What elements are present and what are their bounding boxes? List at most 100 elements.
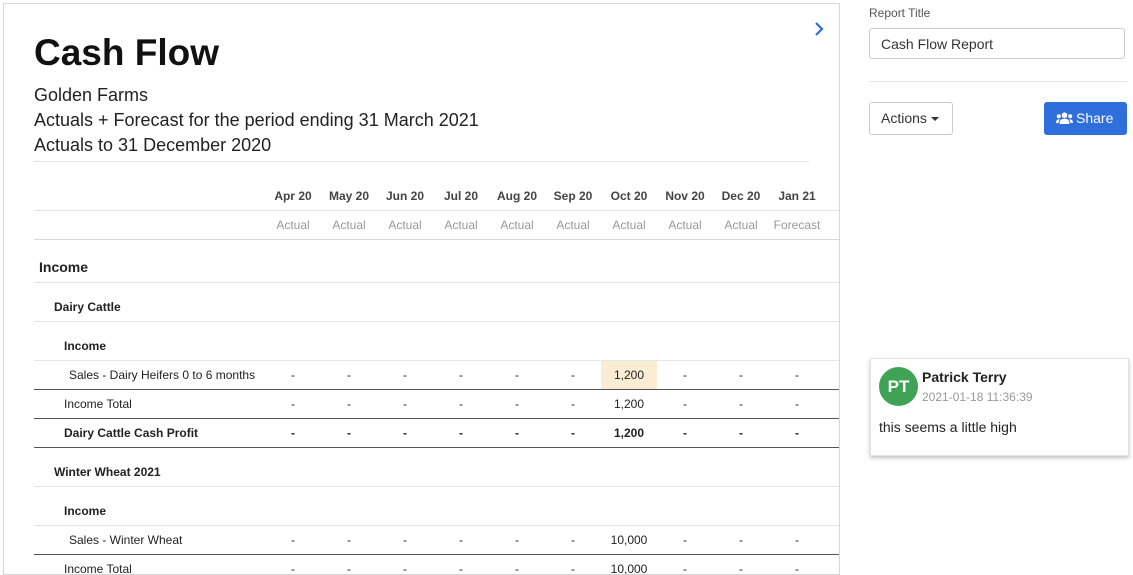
table-cell: - [739, 562, 743, 575]
table-row: Income [34, 240, 839, 283]
table-cell: - [515, 533, 519, 547]
table-row: Income Total - - - - - - 10,000 - - - [34, 555, 839, 575]
table-cell: - [291, 368, 295, 382]
table-cell: - [459, 533, 463, 547]
month-header: F [825, 182, 839, 210]
row-label: Income Total [64, 562, 132, 575]
table-cell: - [683, 426, 687, 440]
month-header: Dec 20 [721, 189, 761, 203]
table-row: Income Total - - - - - - 1,200 - - - [34, 390, 839, 419]
column-type: Actual [724, 218, 758, 232]
table-cell: 1,200 [613, 397, 645, 411]
divider [869, 81, 1127, 82]
actions-label: Actions [881, 110, 927, 126]
table-cell: - [683, 562, 687, 575]
actions-button[interactable]: Actions [869, 102, 953, 135]
company-name: Golden Farms [34, 85, 149, 105]
share-button[interactable]: Share [1044, 102, 1127, 135]
row-label: Sales - Winter Wheat [69, 533, 183, 547]
table-cell: 1,200 [601, 361, 657, 389]
table-row: Dairy Cattle [34, 283, 839, 322]
table-cell: - [739, 426, 743, 440]
table-cell: - [739, 368, 743, 382]
column-type: Actual [668, 218, 702, 232]
table-cell: - [571, 562, 575, 575]
month-header: Aug 20 [496, 189, 537, 203]
table-cell: - [795, 426, 799, 440]
month-header: Jan 21 [778, 189, 816, 203]
divider [34, 161, 809, 162]
comment-card: PT Patrick Terry 2021-01-18 11:36:39 thi… [870, 358, 1129, 456]
month-header: Nov 20 [665, 189, 705, 203]
table-cell: - [683, 397, 687, 411]
table-cell: - [459, 426, 463, 440]
row-label: Dairy Cattle Cash Profit [64, 426, 199, 440]
table-cell: - [515, 368, 519, 382]
table-type-row: Actual Actual Actual Actual Actual Actual Actu… [34, 211, 839, 240]
report-title-input[interactable]: Cash Flow Report [869, 28, 1125, 59]
period-text: Actuals + Forecast for the period ending… [34, 110, 479, 130]
share-label: Share [1076, 110, 1114, 126]
table-row: Sales - Dairy Heifers 0 to 6 months - - - - -… [34, 361, 839, 390]
table-cell: - [291, 562, 295, 575]
users-icon [1056, 112, 1073, 124]
column-type: Actual [276, 218, 310, 232]
report-title-label: Report Title [869, 6, 931, 20]
column-type: Actual [612, 218, 646, 232]
table-cell: - [459, 397, 463, 411]
comment-text: this seems a little high [879, 419, 1017, 435]
table-cell: - [403, 426, 407, 440]
comment-timestamp: 2021-01-18 11:36:39 [922, 390, 1033, 404]
table-cell: - [347, 368, 351, 382]
column-type: Actual [500, 218, 534, 232]
table-cell: - [403, 562, 407, 575]
page-title: Cash Flow [34, 32, 220, 73]
month-header: Sep 20 [553, 189, 593, 203]
month-header: Jun 20 [385, 189, 424, 203]
table-cell: - [515, 397, 519, 411]
table-cell: - [403, 368, 407, 382]
month-header: May 20 [328, 189, 370, 203]
row-label: Income Total [64, 397, 132, 411]
table-cell: 10,000 [610, 562, 648, 575]
table-cell: - [683, 368, 687, 382]
table-cell: - [683, 533, 687, 547]
month-header: Apr 20 [274, 189, 312, 203]
actuals-text: Actuals to 31 December 2020 [34, 135, 272, 155]
table-cell: - [571, 368, 575, 382]
table-cell: - [795, 562, 799, 575]
table-cell: - [795, 368, 799, 382]
table-cell: - [403, 533, 407, 547]
table-cell: - [347, 562, 351, 575]
table-row: Income [34, 487, 839, 526]
comment-author: Patrick Terry [922, 369, 1007, 385]
table-cell: - [291, 533, 295, 547]
table-cell: - [403, 397, 407, 411]
table-cell: - [795, 533, 799, 547]
table-cell: - [347, 533, 351, 547]
month-header: Oct 20 [610, 189, 648, 203]
table-header-row: Apr 20 May 20 Jun 20 Jul 20 Aug 20 Sep 20 Oct … [34, 182, 839, 211]
chevron-right-icon[interactable] [810, 20, 828, 38]
table-cell: - [459, 368, 463, 382]
table-cell: 10,000 [610, 533, 648, 547]
table-cell: - [571, 426, 575, 440]
table-cell: - [739, 533, 743, 547]
table-row: Sales - Winter Wheat - - - - - - 10,000 - - - [34, 526, 839, 555]
column-type: Fo [825, 211, 839, 239]
table-row: Dairy Cattle Cash Profit - - - - - - 1,200 - - - [34, 419, 839, 448]
table-cell: - [459, 562, 463, 575]
avatar: PT [879, 367, 918, 406]
caret-down-icon [930, 117, 939, 122]
table-cell: - [515, 562, 519, 575]
table-cell: 1,200 [613, 426, 645, 440]
table-cell: - [515, 426, 519, 440]
column-type: Actual [332, 218, 366, 232]
table-cell: - [347, 426, 351, 440]
column-type: Actual [388, 218, 422, 232]
table-cell: - [571, 397, 575, 411]
report-panel: Cash Flow Golden Farms Actuals + Forecas… [3, 3, 840, 575]
month-header: Jul 20 [443, 189, 479, 203]
table-cell: - [739, 397, 743, 411]
table-cell: - [795, 397, 799, 411]
